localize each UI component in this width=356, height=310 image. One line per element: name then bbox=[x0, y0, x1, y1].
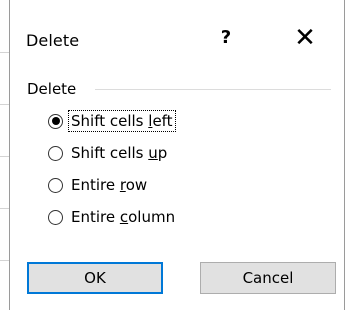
group-divider bbox=[95, 89, 331, 90]
help-button[interactable]: ? bbox=[217, 27, 235, 51]
grid-line bbox=[0, 208, 9, 209]
option-entire-row[interactable]: Entire row bbox=[48, 172, 248, 198]
option-label: Shift cells left bbox=[68, 110, 176, 132]
option-shift-cells-up[interactable]: Shift cells up bbox=[48, 140, 248, 166]
radio-button[interactable] bbox=[48, 145, 63, 161]
radio-button[interactable] bbox=[48, 177, 63, 193]
close-icon[interactable]: ✕ bbox=[292, 24, 318, 52]
dialog-title: Delete bbox=[26, 31, 80, 50]
grid-line bbox=[0, 260, 9, 261]
radio-button[interactable] bbox=[48, 209, 63, 225]
delete-dialog: Delete ? ✕ Delete Shift cells left Shift… bbox=[9, 0, 345, 310]
radio-selected-dot bbox=[51, 117, 60, 125]
ok-button[interactable]: OK bbox=[27, 262, 163, 294]
grid-line bbox=[0, 52, 9, 53]
grid-line bbox=[0, 156, 9, 157]
option-label: Shift cells up bbox=[71, 144, 168, 162]
option-label: Entire column bbox=[71, 208, 176, 226]
cancel-button[interactable]: Cancel bbox=[200, 262, 336, 294]
grid-line bbox=[0, 104, 9, 105]
option-label: Entire row bbox=[71, 176, 148, 194]
option-shift-cells-left[interactable]: Shift cells left bbox=[48, 108, 248, 134]
group-label: Delete bbox=[27, 80, 77, 98]
radio-button[interactable] bbox=[48, 113, 63, 129]
option-entire-column[interactable]: Entire column bbox=[48, 204, 248, 230]
